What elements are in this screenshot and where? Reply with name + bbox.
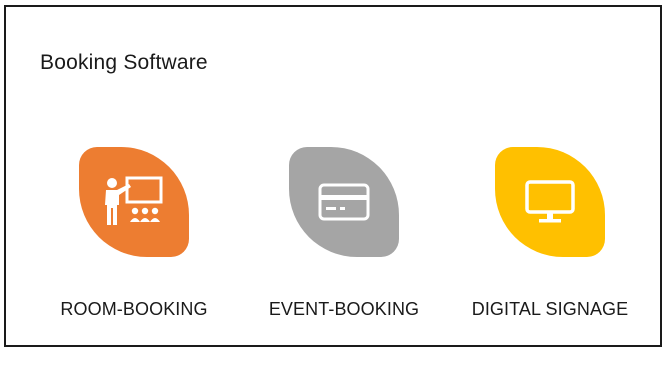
digital-signage-tile[interactable] <box>495 147 605 257</box>
event-booking-card[interactable]: EVENT-BOOKING <box>244 147 444 327</box>
page-title: Booking Software <box>40 51 208 74</box>
room-booking-label: ROOM-BOOKING <box>60 299 208 319</box>
monitor-icon <box>525 180 575 223</box>
digital-signage-card[interactable]: DIGITAL SIGNAGE <box>450 147 650 327</box>
slide-frame: Booking Software ROOM-BOOKING EVENT-BOOK… <box>4 5 662 347</box>
digital-signage-label: DIGITAL SIGNAGE <box>471 299 629 319</box>
credit-card-icon <box>318 183 370 221</box>
event-booking-label: EVENT-BOOKING <box>268 299 420 319</box>
presentation-icon <box>105 176 163 225</box>
room-booking-card[interactable]: ROOM-BOOKING <box>34 147 234 327</box>
event-booking-tile[interactable] <box>289 147 399 257</box>
room-booking-tile[interactable] <box>79 147 189 257</box>
